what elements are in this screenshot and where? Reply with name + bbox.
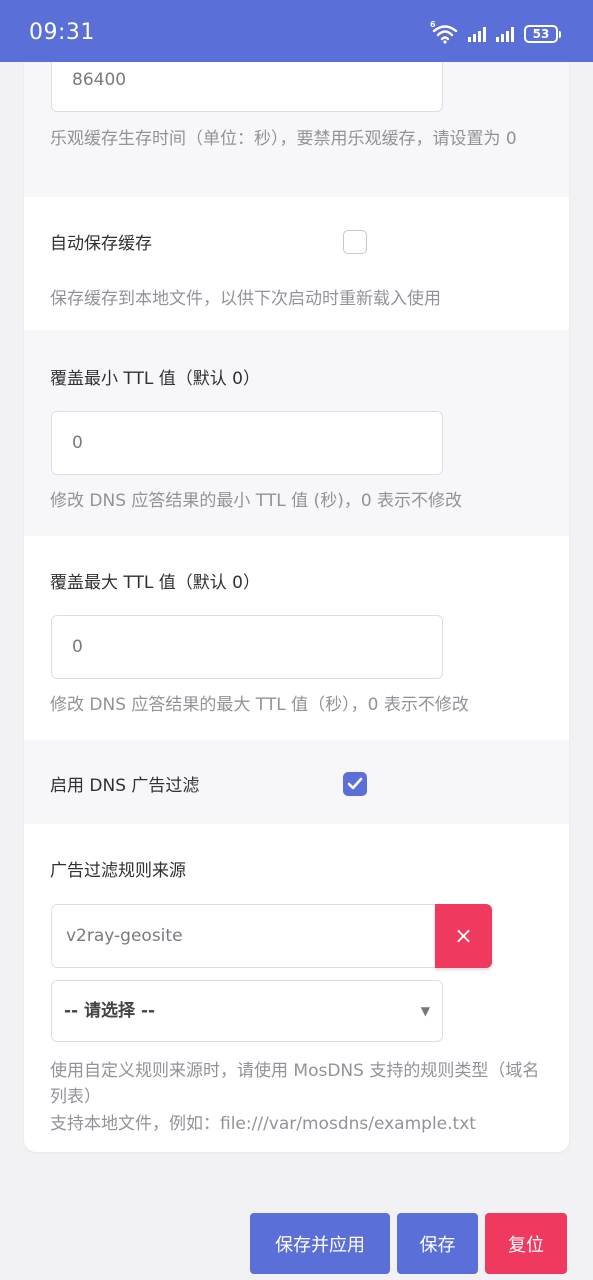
- auto-save-label: 自动保存缓存: [50, 234, 152, 254]
- ad-filter-section: 启用 DNS 广告过滤: [24, 740, 569, 824]
- ad-filter-checkbox[interactable]: [343, 772, 367, 796]
- ad-source-entry[interactable]: v2ray-geosite: [51, 904, 435, 968]
- max-ttl-help: 修改 DNS 应答结果的最大 TTL 值（秒），0 表示不修改: [50, 695, 469, 715]
- auto-save-checkbox[interactable]: [343, 230, 367, 254]
- min-ttl-label: 覆盖最小 TTL 值（默认 0）: [50, 369, 260, 389]
- auto-save-help: 保存缓存到本地文件，以供下次启动时重新载入使用: [50, 289, 441, 309]
- signal-1-icon: [468, 26, 486, 42]
- network-type-label: 6: [430, 20, 436, 29]
- ad-sources-label: 广告过滤规则来源: [50, 861, 186, 881]
- reset-button[interactable]: 复位: [485, 1213, 567, 1274]
- min-ttl-help: 修改 DNS 应答结果的最小 TTL 值 (秒)，0 表示不修改: [50, 491, 463, 511]
- battery-icon: 53: [524, 25, 561, 43]
- ttl-section: 86400 乐观缓存生存时间（单位：秒），要禁用乐观缓存，请设置为 0: [24, 62, 569, 197]
- auto-save-section: 自动保存缓存 保存缓存到本地文件，以供下次启动时重新载入使用: [24, 197, 569, 330]
- ad-filter-label: 启用 DNS 广告过滤: [50, 776, 200, 796]
- ad-sources-help-line2: 支持本地文件，例如：file:///var/mosdns/example.txt: [50, 1113, 476, 1134]
- chevron-down-icon: ▼: [420, 1004, 430, 1018]
- battery-level: 53: [524, 25, 558, 43]
- status-icons: 6 53: [430, 20, 561, 46]
- check-icon: [347, 777, 363, 790]
- ad-source-select[interactable]: -- 请选择 -- ▼: [51, 980, 443, 1042]
- close-icon: ×: [454, 923, 473, 949]
- max-ttl-section: 覆盖最大 TTL 值（默认 0） 0 修改 DNS 应答结果的最大 TTL 值（…: [24, 536, 569, 740]
- remove-source-button[interactable]: ×: [435, 904, 492, 968]
- ttl-input[interactable]: 86400: [51, 62, 443, 112]
- max-ttl-label: 覆盖最大 TTL 值（默认 0）: [50, 573, 260, 593]
- status-bar: 09:31 6 53: [0, 0, 593, 62]
- status-time: 09:31: [29, 20, 95, 45]
- select-value: -- 请选择 --: [64, 1001, 156, 1021]
- wifi-icon: 6: [430, 20, 458, 44]
- save-apply-button[interactable]: 保存并应用: [250, 1213, 390, 1274]
- settings-card: 86400 乐观缓存生存时间（单位：秒），要禁用乐观缓存，请设置为 0 自动保存…: [24, 62, 569, 1152]
- ad-sources-help-line1: 使用自定义规则来源时，请使用 MosDNS 支持的规则类型（域名列表）: [50, 1061, 540, 1108]
- ad-sources-help: 使用自定义规则来源时，请使用 MosDNS 支持的规则类型（域名列表） 支持本地…: [50, 1058, 550, 1137]
- min-ttl-section: 覆盖最小 TTL 值（默认 0） 0 修改 DNS 应答结果的最小 TTL 值 …: [24, 330, 569, 536]
- save-button[interactable]: 保存: [397, 1213, 478, 1274]
- ttl-help: 乐观缓存生存时间（单位：秒），要禁用乐观缓存，请设置为 0: [50, 129, 517, 149]
- max-ttl-input[interactable]: 0: [51, 615, 443, 679]
- signal-2-icon: [496, 26, 514, 42]
- min-ttl-input[interactable]: 0: [51, 411, 443, 475]
